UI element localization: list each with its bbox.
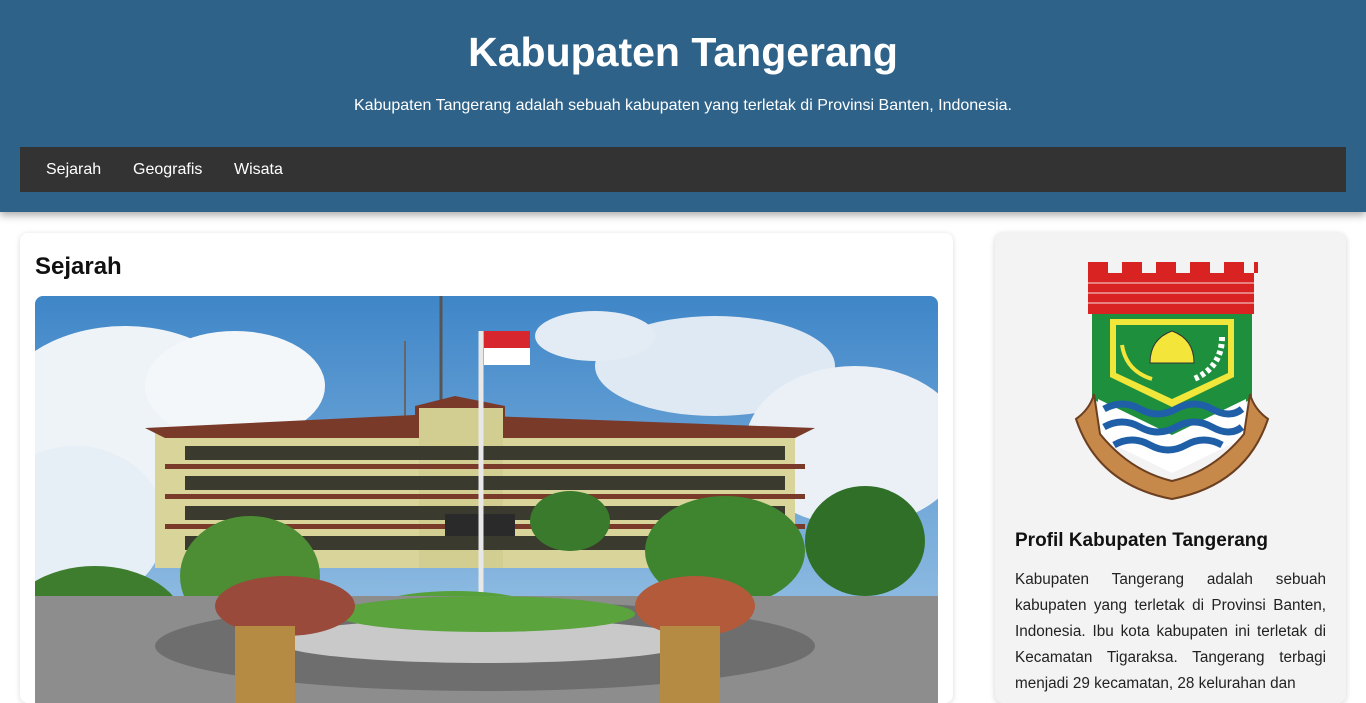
site-title: Kabupaten Tangerang: [468, 29, 898, 75]
profile-text: Kabupaten Tangerang adalah sebuah kabupa…: [1015, 571, 1326, 692]
office-building-photo: [35, 296, 938, 703]
nav-item-sejarah[interactable]: Sejarah: [46, 147, 101, 192]
profile-heading: Profil Kabupaten Tangerang: [1015, 530, 1269, 551]
site-header: Kabupaten Tangerang Kabupaten Tangerang …: [0, 0, 1366, 212]
nav-item-wisata[interactable]: Wisata: [234, 147, 283, 192]
kabupaten-emblem: [1070, 259, 1274, 505]
profile-sidebar: Profil Kabupaten Tangerang Kabupaten Tan…: [995, 233, 1346, 703]
section-heading: Sejarah: [35, 253, 122, 280]
site-tagline: Kabupaten Tangerang adalah sebuah kabupa…: [354, 97, 1012, 114]
nav-item-geografis[interactable]: Geografis: [133, 147, 202, 192]
sejarah-section: Sejarah: [20, 233, 953, 703]
main-nav: Sejarah Geografis Wisata: [20, 147, 1346, 192]
